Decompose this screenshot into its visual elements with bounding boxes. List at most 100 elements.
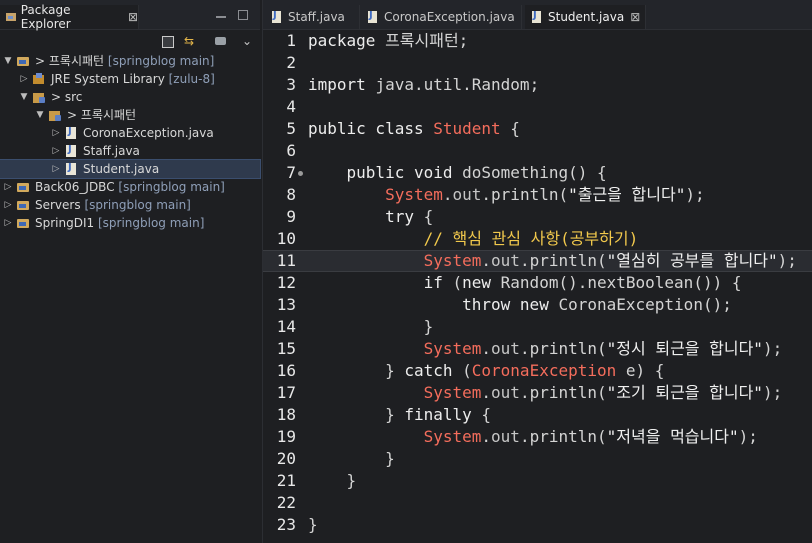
collapsed-chevron-icon[interactable]: ▷ [3,214,13,232]
collapsed-chevron-icon[interactable]: ▷ [19,70,29,88]
code-line[interactable]: 5 public class Student { [263,118,812,140]
expanded-chevron-icon[interactable]: ▼ [19,88,29,106]
code-token: out [452,185,482,204]
code-line[interactable]: 11 System.out.println("열심히 공부를 합니다"); [263,250,812,272]
filter-icon[interactable] [214,35,228,48]
tree-item[interactable]: ▷ Staff.java [0,142,260,160]
tree-item[interactable]: ▼ > src [0,88,260,106]
line-number: 4 [286,97,296,116]
code-line[interactable]: 20 } [263,448,812,470]
code-token: if [423,273,443,292]
code-line[interactable]: 6 [263,140,812,162]
minimize-icon[interactable] [216,10,226,18]
collapse-all-icon[interactable] [161,35,175,48]
tree-item[interactable]: ▷ JRE System Library [zulu-8] [0,70,260,88]
collapsed-chevron-icon[interactable]: ▷ [3,196,13,214]
line-number: 12 [276,273,296,292]
package-explorer-tab[interactable]: Package Explorer ⊠ [0,3,139,31]
library-icon [32,72,46,86]
tab-corona-exception-java[interactable]: CoronaException.java [361,5,522,29]
override-marker-icon[interactable] [298,171,303,176]
code-token: CoronaException [471,361,617,380]
code-token: ); [738,427,758,446]
code-line[interactable]: 13 throw new CoronaException(); [263,294,812,316]
tree-item[interactable]: ▷ CoronaException.java [0,124,260,142]
project-icon [16,216,30,230]
code-area[interactable]: 1 package 프록시패턴; 2 3 import java.util.Random… [263,30,812,536]
tree-item[interactable]: ▷ SpringDI1 [springblog main] [0,214,260,232]
code-line[interactable]: 8 System.out.println("출근을 합니다"); [263,184,812,206]
code-line[interactable]: 2 [263,52,812,74]
collapsed-chevron-icon[interactable]: ▷ [3,178,13,196]
close-icon[interactable]: ⊠ [128,10,138,24]
code-line[interactable]: 23} [263,514,812,536]
tab-staff-java[interactable]: Staff.java [265,5,360,29]
code-text: public void doSomething() { [308,162,607,184]
code-line[interactable]: 12 if (new Random().nextBoolean()) { [263,272,812,294]
code-line[interactable]: 14 } [263,316,812,338]
tab-label: Student.java [548,10,625,24]
code-line[interactable]: 19 System.out.println("저녁을 먹습니다"); [263,426,812,448]
package-icon [48,108,62,122]
code-line[interactable]: 22 [263,492,812,514]
explorer-toolbar: ⇆ ⌄ [0,30,260,54]
code-line[interactable]: 15 System.out.println("정시 퇴근을 합니다"); [263,338,812,360]
code-line[interactable]: 18 } finally { [263,404,812,426]
tree-item-name: SpringDI1 [35,216,95,230]
code-text: package 프록시패턴; [308,30,468,52]
code-line[interactable]: 3 import java.util.Random; [263,74,812,96]
code-token: } [308,405,405,424]
view-menu-chevron-down-icon[interactable]: ⌄ [240,35,254,48]
code-token: } [308,449,395,468]
tree-item[interactable]: ▷ Servers [springblog main] [0,196,260,214]
close-icon[interactable]: ⊠ [630,10,640,24]
code-token: catch [404,361,453,380]
tree-item[interactable]: ▼ > 프록시패턴 [0,106,260,124]
tree-item-name: CoronaException.java [83,126,214,140]
code-text: } finally { [308,404,491,426]
collapsed-chevron-icon[interactable]: ▷ [51,124,61,142]
java-file-icon [64,125,78,140]
code-text: } [308,316,434,338]
java-editor: Staff.java CoronaException.java Student.… [262,0,812,543]
code-line[interactable]: 10 // 핵심 관심 사항(공부하기) [263,228,812,250]
line-number: 14 [276,317,296,336]
link-with-editor-icon[interactable]: ⇆ [182,35,196,48]
code-token: { [413,207,434,226]
code-token: . [481,427,492,446]
tree-item[interactable]: ▷ Student.java [0,159,261,179]
project-icon [16,180,30,194]
code-token: e) { [616,361,665,380]
code-token: Student [433,119,501,138]
tree-item[interactable]: ▷ Back06_JDBC [springblog main] [0,178,260,196]
code-token: .println( [481,185,569,204]
java-file-icon [64,161,78,176]
code-line[interactable]: 7 public void doSomething() { [263,162,812,184]
code-line[interactable]: 21 } [263,470,812,492]
java-file-icon [530,9,544,24]
tree-item[interactable]: ▼ > 프록시패턴 [springblog main] [0,52,260,70]
code-line[interactable]: 4 [263,96,812,118]
code-line[interactable]: 1 package 프록시패턴; [263,30,812,52]
tree-item-name: Servers [35,198,81,212]
expanded-chevron-icon[interactable]: ▼ [3,52,13,70]
code-token: "조기 퇴근을 합니다" [606,383,763,402]
code-token: ( [442,273,463,292]
code-token: CoronaException(); [558,295,732,314]
code-line[interactable]: 17 System.out.println("조기 퇴근을 합니다"); [263,382,812,404]
collapsed-chevron-icon[interactable]: ▷ [51,160,61,178]
tree-item-repo-badge: [springblog main] [107,54,215,68]
code-token: try [385,207,414,226]
code-token: .println( [519,383,607,402]
code-line[interactable]: 16 } catch (CoronaException e) { [263,360,812,382]
expanded-chevron-icon[interactable]: ▼ [35,106,45,124]
line-number: 5 [286,119,296,138]
code-line[interactable]: 9 try { [263,206,812,228]
tab-student-java[interactable]: Student.java ⊠ [525,5,646,29]
tree-item-label: > src [51,88,82,106]
code-token: out [491,427,520,446]
maximize-icon[interactable] [238,10,248,20]
collapsed-chevron-icon[interactable]: ▷ [51,142,61,160]
